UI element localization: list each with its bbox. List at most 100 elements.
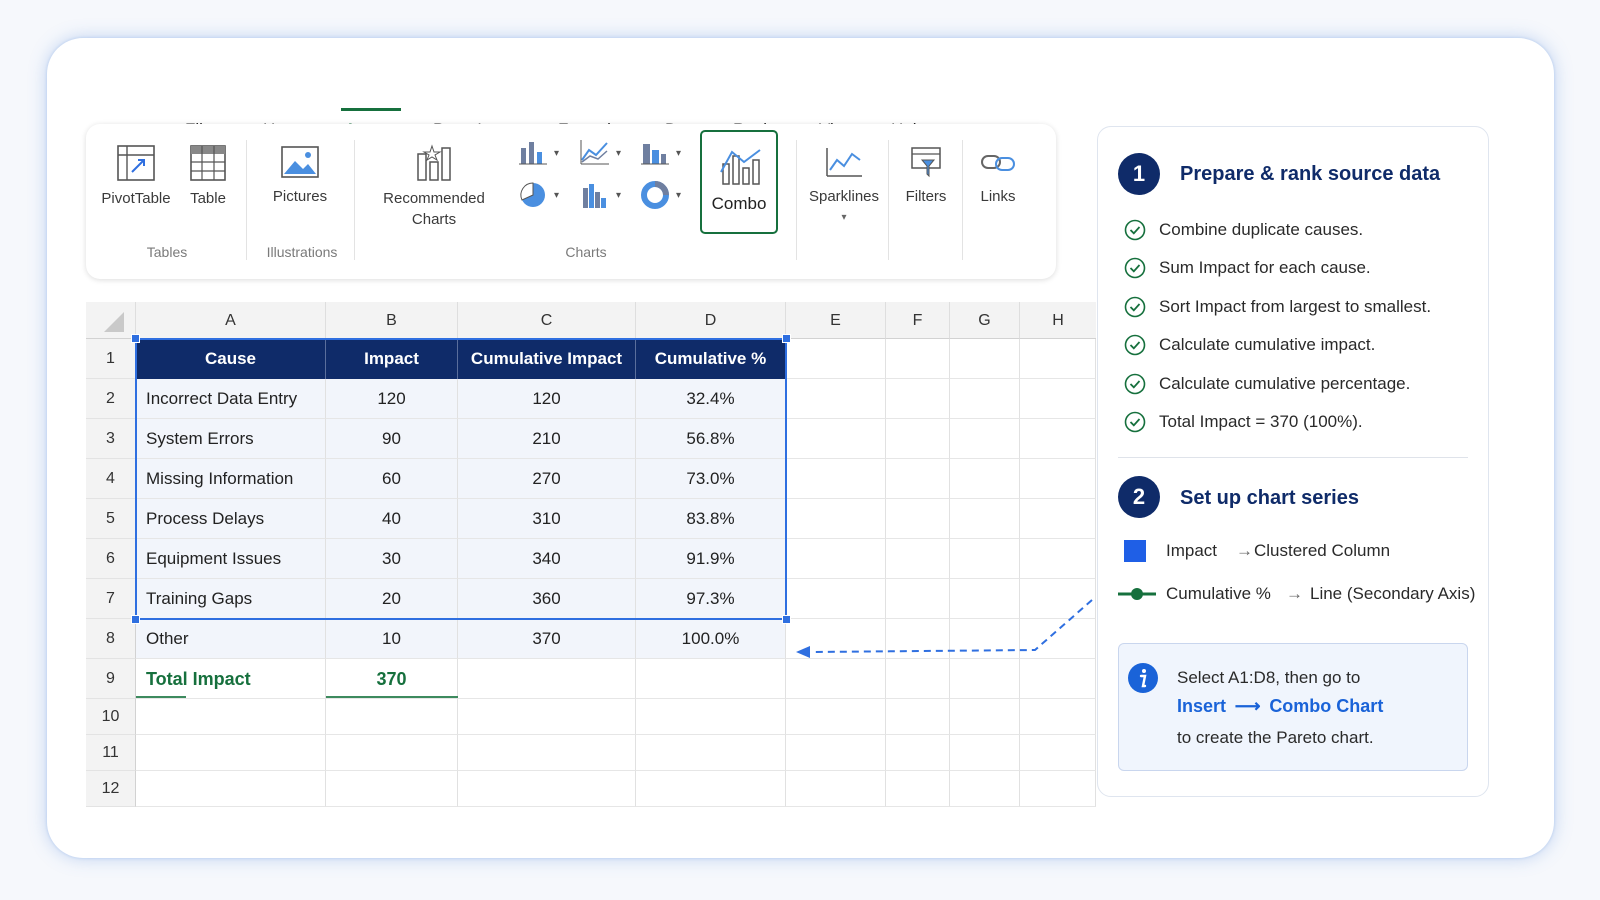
empty-cell[interactable] (886, 459, 950, 499)
empty-cell[interactable] (786, 735, 886, 771)
combo-chart-button[interactable]: Combo (700, 130, 778, 234)
column-header-g[interactable]: G (950, 302, 1020, 339)
table-cell[interactable]: 83.8% (636, 499, 786, 539)
line-chart-dropdown[interactable] (580, 138, 610, 166)
empty-cell[interactable] (886, 379, 950, 419)
empty-cell[interactable] (1020, 419, 1096, 459)
empty-cell[interactable] (786, 659, 886, 699)
empty-cell[interactable] (1020, 459, 1096, 499)
row-header-6[interactable]: 6 (86, 539, 136, 579)
row-header-8[interactable]: 8 (86, 619, 136, 659)
table-cell[interactable]: 270 (458, 459, 636, 499)
empty-cell[interactable] (136, 771, 326, 807)
empty-cell[interactable] (950, 379, 1020, 419)
table-cell[interactable]: Equipment Issues (136, 539, 326, 579)
table-cell[interactable]: 73.0% (636, 459, 786, 499)
chevron-down-icon[interactable]: ▾ (616, 148, 621, 159)
empty-cell[interactable] (950, 699, 1020, 735)
table-cell[interactable]: 10 (326, 619, 458, 659)
empty-cell[interactable] (786, 619, 886, 659)
empty-cell[interactable] (886, 579, 950, 619)
empty-cell[interactable] (326, 699, 458, 735)
table-cell[interactable]: Incorrect Data Entry (136, 379, 326, 419)
column-header-b[interactable]: B (326, 302, 458, 339)
empty-cell[interactable] (950, 499, 1020, 539)
empty-cell[interactable] (786, 459, 886, 499)
column-header-d[interactable]: D (636, 302, 786, 339)
row-header-12[interactable]: 12 (86, 771, 136, 807)
table-cell[interactable]: 60 (326, 459, 458, 499)
row-header-5[interactable]: 5 (86, 499, 136, 539)
empty-cell[interactable] (950, 459, 1020, 499)
table-cell[interactable]: 20 (326, 579, 458, 619)
empty-cell[interactable] (950, 659, 1020, 699)
empty-cell[interactable] (886, 499, 950, 539)
row-header-1[interactable]: 1 (86, 339, 136, 379)
empty-cell[interactable] (886, 419, 950, 459)
empty-cell[interactable] (1020, 659, 1096, 699)
empty-cell[interactable] (1020, 735, 1096, 771)
column-header-f[interactable]: F (886, 302, 950, 339)
table-cell[interactable]: 310 (458, 499, 636, 539)
empty-cell[interactable] (950, 735, 1020, 771)
empty-cell[interactable] (1020, 379, 1096, 419)
empty-cell[interactable] (886, 539, 950, 579)
filters-button[interactable]: Filters (894, 146, 958, 207)
row-header-2[interactable]: 2 (86, 379, 136, 419)
table-cell[interactable]: 370 (458, 619, 636, 659)
pictures-button[interactable]: Pictures (262, 144, 338, 207)
empty-cell[interactable] (458, 699, 636, 735)
empty-cell[interactable] (326, 771, 458, 807)
total-impact-label[interactable]: Total Impact (136, 659, 326, 699)
empty-cell[interactable] (886, 771, 950, 807)
empty-cell[interactable] (886, 659, 950, 699)
empty-cell[interactable] (1020, 771, 1096, 807)
table-cell[interactable]: 40 (326, 499, 458, 539)
empty-cell[interactable] (1020, 619, 1096, 659)
table-button[interactable]: Table (180, 144, 236, 209)
chevron-down-icon[interactable]: ▾ (554, 148, 559, 159)
insert-link[interactable]: Insert (1177, 696, 1226, 716)
table-cell[interactable]: Missing Information (136, 459, 326, 499)
cell-c1[interactable]: Cumulative Impact (458, 339, 636, 379)
row-header-3[interactable]: 3 (86, 419, 136, 459)
empty-cell[interactable] (950, 339, 1020, 379)
links-button[interactable]: Links (968, 146, 1028, 207)
selection-handle[interactable] (782, 334, 791, 343)
row-header-4[interactable]: 4 (86, 459, 136, 499)
selection-handle[interactable] (131, 334, 140, 343)
empty-cell[interactable] (950, 579, 1020, 619)
empty-cell[interactable] (886, 735, 950, 771)
empty-cell[interactable] (1020, 499, 1096, 539)
empty-cell[interactable] (950, 619, 1020, 659)
column-chart-dropdown[interactable] (518, 138, 548, 166)
column-header-e[interactable]: E (786, 302, 886, 339)
chevron-down-icon[interactable]: ▾ (554, 190, 559, 201)
empty-cell[interactable] (458, 735, 636, 771)
empty-cell[interactable] (786, 499, 886, 539)
table-cell[interactable]: 56.8% (636, 419, 786, 459)
empty-cell[interactable] (950, 771, 1020, 807)
pie-chart-dropdown[interactable] (518, 180, 548, 210)
empty-cell[interactable] (886, 339, 950, 379)
row-header-10[interactable]: 10 (86, 699, 136, 735)
empty-cell[interactable] (326, 735, 458, 771)
cell-a1[interactable]: Cause (136, 339, 326, 379)
empty-cell[interactable] (458, 771, 636, 807)
row-header-7[interactable]: 7 (86, 579, 136, 619)
doughnut-chart-dropdown[interactable] (640, 180, 670, 210)
table-cell[interactable]: Training Gaps (136, 579, 326, 619)
chevron-down-icon[interactable]: ▾ (616, 190, 621, 201)
selection-handle[interactable] (131, 615, 140, 624)
table-cell[interactable]: 340 (458, 539, 636, 579)
statistic-chart-dropdown[interactable] (580, 180, 610, 210)
table-cell[interactable]: 360 (458, 579, 636, 619)
table-cell[interactable]: System Errors (136, 419, 326, 459)
total-impact-value[interactable]: 370 (326, 659, 458, 699)
cell-b1[interactable]: Impact (326, 339, 458, 379)
table-cell[interactable]: 120 (458, 379, 636, 419)
table-cell[interactable]: 32.4% (636, 379, 786, 419)
empty-cell[interactable] (950, 539, 1020, 579)
table-cell[interactable]: 90 (326, 419, 458, 459)
empty-cell[interactable] (458, 659, 636, 699)
